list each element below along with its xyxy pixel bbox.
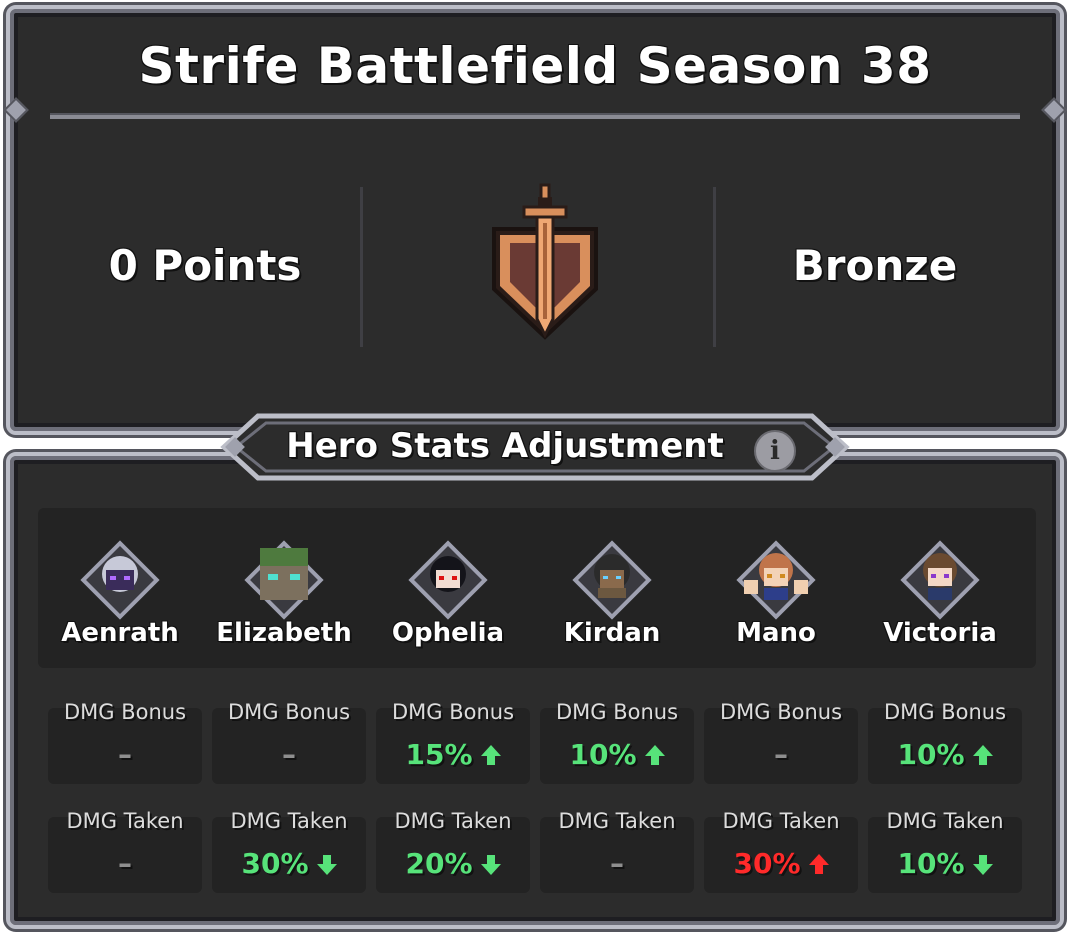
info-icon[interactable]: i [754,430,796,472]
dmg-bonus-label: DMG Bonus [391,700,515,724]
hero-name: Ophelia [391,618,505,648]
dmg-taken-value-text: 10% [897,847,965,880]
dmg-bonus-label: DMG Bonus [719,700,843,724]
arrow-down-icon [480,854,501,875]
dmg-bonus-value-text: 10% [569,738,637,771]
dmg-bonus-cell: DMG Bonus – [212,700,366,784]
dmg-bonus-value-text: 15% [405,738,473,771]
hero-name: Elizabeth [216,618,352,648]
dmg-taken-value: 20% [376,847,530,880]
hero-portrait-icon [244,540,324,620]
dmg-bonus-value-text: 10% [897,738,965,771]
arrow-down-icon [972,854,993,875]
hero-name: Aenrath [61,618,179,648]
arrow-up-icon [808,853,829,874]
dmg-bonus-value: 15% [376,738,530,771]
frame-corner-ornament [3,97,29,123]
dmg-taken-value: 30% [212,847,366,880]
dmg-bonus-label: DMG Bonus [63,700,187,724]
arrow-up-icon [644,744,665,765]
dmg-bonus-value: – [704,738,858,771]
dmg-bonus-cell: DMG Bonus 15% [376,700,530,784]
dmg-bonus-label: DMG Bonus [555,700,679,724]
dmg-bonus-label: DMG Bonus [883,700,1007,724]
dmg-bonus-value-text: – [282,738,296,771]
dmg-bonus-cell: DMG Bonus 10% [540,700,694,784]
dmg-bonus-value: – [48,738,202,771]
dmg-taken-label: DMG Taken [558,809,676,833]
dmg-taken-cell: DMG Taken 20% [376,809,530,893]
adjustment-banner: Hero Stats Adjustment i [218,410,852,484]
dmg-taken-cell: DMG Taken – [540,809,694,893]
hero-roster: Aenrath Elizabeth Ophelia Kirdan Mano Vi… [38,508,1036,668]
dmg-taken-cell: DMG Taken – [48,809,202,893]
dmg-taken-value: – [540,847,694,880]
dmg-bonus-value-text: – [118,738,132,771]
dmg-taken-label: DMG Taken [230,809,348,833]
hero-card-victoria[interactable]: Victoria [858,508,1022,668]
dmg-bonus-value: – [212,738,366,771]
adjustment-title: Hero Stats Adjustment [286,426,724,466]
dmg-bonus-value: 10% [868,738,1022,771]
hero-portrait-icon [80,540,160,620]
arrow-up-icon [480,744,501,765]
dmg-taken-cell: DMG Taken 30% [704,809,858,893]
hero-card-kirdan[interactable]: Kirdan [530,508,694,668]
dmg-taken-value-text: 30% [241,847,309,880]
hero-card-elizabeth[interactable]: Elizabeth [202,508,366,668]
hero-portrait-icon [572,540,652,620]
bronze-sword-shield-emblem-icon [480,179,610,349]
hero-card-ophelia[interactable]: Ophelia [366,508,530,668]
dmg-taken-value-text: 20% [405,847,473,880]
hero-name: Kirdan [563,618,661,648]
dmg-taken-value: 30% [704,847,858,880]
dmg-bonus-cell: DMG Bonus 10% [868,700,1022,784]
hero-portrait-icon [736,540,816,620]
divider [360,187,363,347]
dmg-taken-cell: DMG Taken 10% [868,809,1022,893]
arrow-down-icon [316,854,337,875]
dmg-taken-value: 10% [868,847,1022,880]
hero-stats-panel: Aenrath Elizabeth Ophelia Kirdan Mano Vi… [6,452,1064,929]
dmg-bonus-label: DMG Bonus [227,700,351,724]
hero-portrait-icon [408,540,488,620]
dmg-bonus-value-text: – [774,738,788,771]
divider [713,187,716,347]
dmg-taken-label: DMG Taken [886,809,1004,833]
hero-name: Victoria [883,618,997,648]
dmg-bonus-cell: DMG Bonus – [704,700,858,784]
dmg-taken-label: DMG Taken [722,809,840,833]
hero-portrait-icon [900,540,980,620]
hero-name: Mano [736,618,816,648]
dmg-taken-value: – [48,847,202,880]
points-value: 0 Points [108,241,302,290]
dmg-bonus-value: 10% [540,738,694,771]
dmg-taken-value-text: – [610,847,624,880]
season-panel: Strife Battlefield Season 38 0 Points Br… [3,5,1067,435]
dmg-taken-value-text: 30% [733,847,801,880]
rank-tier: Bronze [792,241,958,290]
dmg-taken-value-text: – [118,847,132,880]
arrow-up-icon [972,744,993,765]
dmg-taken-label: DMG Taken [394,809,512,833]
frame-corner-ornament [1041,97,1067,123]
season-title: Strife Battlefield Season 38 [138,37,932,95]
hero-card-mano[interactable]: Mano [694,508,858,668]
hero-card-aenrath[interactable]: Aenrath [38,508,202,668]
dmg-taken-cell: DMG Taken 30% [212,809,366,893]
dmg-bonus-cell: DMG Bonus – [48,700,202,784]
dmg-taken-label: DMG Taken [66,809,184,833]
title-divider [50,113,1020,119]
